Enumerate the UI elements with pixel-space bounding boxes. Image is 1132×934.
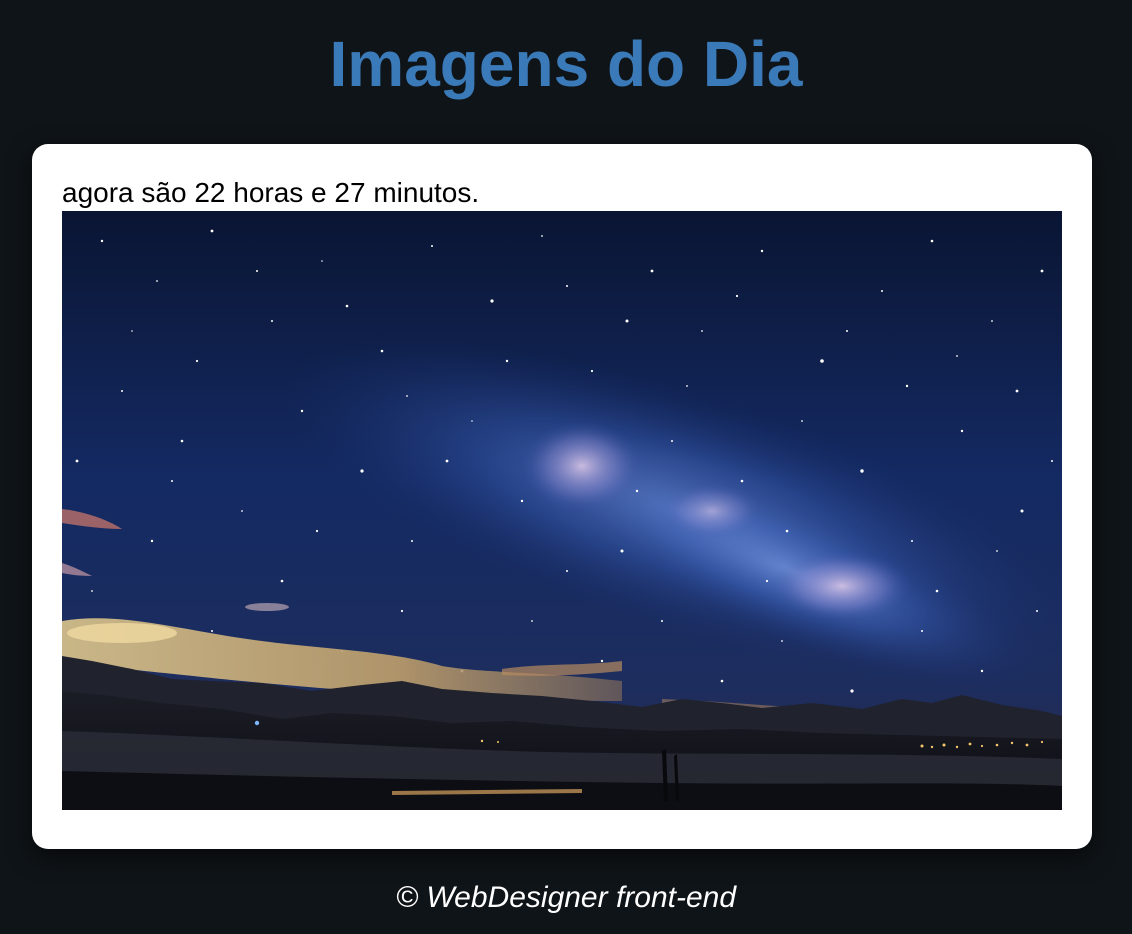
night-sky-image <box>62 211 1062 810</box>
image-card: agora são 22 horas e 27 minutos. <box>32 144 1092 849</box>
current-time-text: agora são 22 horas e 27 minutos. <box>62 177 480 208</box>
night-sky-illustration <box>62 211 1062 810</box>
page-title: Imagens do Dia <box>329 28 803 100</box>
footer-copyright: © WebDesigner front-end <box>395 881 737 914</box>
